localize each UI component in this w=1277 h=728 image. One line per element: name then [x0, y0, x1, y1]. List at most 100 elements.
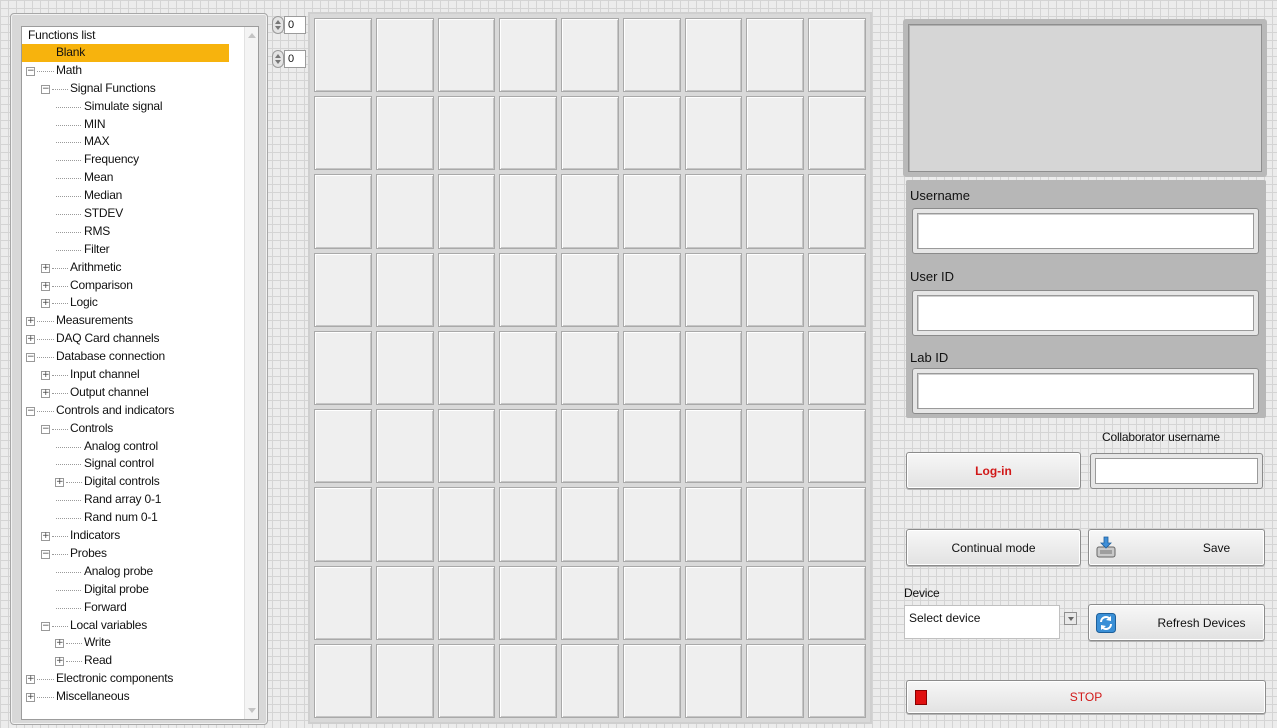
grid-cell[interactable]: [499, 409, 558, 484]
tree-item[interactable]: STDEV: [22, 205, 258, 223]
collaborator-field[interactable]: [1090, 453, 1263, 489]
grid-cell[interactable]: [499, 643, 558, 718]
collapse-minus-icon[interactable]: −: [26, 353, 35, 363]
column-index-value[interactable]: 0: [284, 50, 306, 68]
grid-cell[interactable]: [684, 487, 743, 562]
grid-cell[interactable]: [375, 565, 434, 640]
tree-scrollbar[interactable]: [244, 27, 258, 719]
collapse-minus-icon[interactable]: −: [41, 424, 50, 434]
grid-cell[interactable]: [622, 643, 681, 718]
grid-cell[interactable]: [746, 96, 805, 171]
grid-cell[interactable]: [375, 18, 434, 93]
grid-cell[interactable]: [561, 96, 619, 171]
grid-cell[interactable]: [561, 330, 619, 406]
tree-item[interactable]: + Output channel: [22, 384, 258, 402]
tree-item[interactable]: + Input channel: [22, 366, 258, 384]
tree-item[interactable]: Median: [22, 187, 258, 205]
tree-item[interactable]: − Signal Functions: [22, 80, 258, 98]
userid-input[interactable]: [917, 295, 1254, 331]
grid-cell[interactable]: [684, 252, 743, 327]
tree-item[interactable]: − Database connection: [22, 348, 258, 366]
functions-tree[interactable]: Functions list Blank − Math − Signal Functio…: [21, 26, 259, 720]
grid-cell[interactable]: [622, 487, 681, 562]
grid-cell[interactable]: [808, 565, 866, 640]
grid-cell[interactable]: [437, 330, 496, 406]
grid-cell[interactable]: [746, 18, 805, 93]
tree-item[interactable]: Forward: [22, 599, 258, 617]
grid-cell[interactable]: [437, 96, 496, 171]
grid-cell[interactable]: [375, 643, 434, 718]
grid-cell[interactable]: [314, 643, 372, 718]
expand-plus-icon[interactable]: +: [26, 335, 35, 345]
grid-cell[interactable]: [375, 252, 434, 327]
tree-item[interactable]: Blank: [22, 44, 229, 62]
grid-cell[interactable]: [746, 330, 805, 406]
column-index-control[interactable]: 0: [272, 50, 306, 68]
grid-cell[interactable]: [808, 252, 866, 327]
grid-cell[interactable]: [622, 565, 681, 640]
tree-item[interactable]: Rand array 0-1: [22, 491, 258, 509]
tree-item[interactable]: + Comparison: [22, 277, 258, 295]
grid-cell[interactable]: [375, 174, 434, 249]
grid-cell[interactable]: [808, 487, 866, 562]
grid-cell[interactable]: [375, 96, 434, 171]
row-index-spinner[interactable]: [272, 16, 284, 34]
tree-item[interactable]: + DAQ Card channels: [22, 330, 258, 348]
grid-cell[interactable]: [808, 96, 866, 171]
expand-plus-icon[interactable]: +: [26, 317, 35, 327]
stop-button[interactable]: STOP: [906, 680, 1266, 714]
tree-item[interactable]: − Controls and indicators: [22, 402, 258, 420]
expand-plus-icon[interactable]: +: [26, 693, 35, 703]
username-field[interactable]: [912, 208, 1259, 254]
grid-cell[interactable]: [499, 565, 558, 640]
grid-cell[interactable]: [314, 252, 372, 327]
grid-cell[interactable]: [622, 252, 681, 327]
grid-cell[interactable]: [808, 18, 866, 93]
grid-cell[interactable]: [622, 174, 681, 249]
collaborator-input[interactable]: [1095, 458, 1258, 484]
grid-cell[interactable]: [746, 174, 805, 249]
collapse-minus-icon[interactable]: −: [41, 84, 50, 94]
expand-plus-icon[interactable]: +: [41, 281, 50, 291]
grid-cell[interactable]: [808, 409, 866, 484]
grid-cell[interactable]: [314, 330, 372, 406]
grid-cell[interactable]: [437, 409, 496, 484]
grid-cell[interactable]: [746, 565, 805, 640]
column-index-spinner[interactable]: [272, 50, 284, 68]
tree-item[interactable]: + Miscellaneous: [22, 688, 258, 706]
tree-item[interactable]: Frequency: [22, 151, 258, 169]
collapse-minus-icon[interactable]: −: [41, 621, 50, 631]
expand-plus-icon[interactable]: +: [41, 532, 50, 542]
grid-cell[interactable]: [437, 487, 496, 562]
grid-cell[interactable]: [746, 252, 805, 327]
save-button[interactable]: Save: [1088, 529, 1265, 566]
collapse-minus-icon[interactable]: −: [26, 66, 35, 76]
labid-input[interactable]: [917, 373, 1254, 409]
tree-item[interactable]: MAX: [22, 133, 258, 151]
grid-cell[interactable]: [499, 174, 558, 249]
grid-cell[interactable]: [437, 643, 496, 718]
grid-cell[interactable]: [499, 252, 558, 327]
grid-cell[interactable]: [314, 487, 372, 562]
expand-plus-icon[interactable]: +: [41, 371, 50, 381]
continual-mode-button[interactable]: Continual mode: [906, 529, 1081, 566]
tree-item[interactable]: Filter: [22, 241, 258, 259]
grid-cell[interactable]: [437, 565, 496, 640]
tree-item[interactable]: Analog control: [22, 438, 258, 456]
grid-cell[interactable]: [808, 174, 866, 249]
grid-cell[interactable]: [499, 330, 558, 406]
collapse-minus-icon[interactable]: −: [26, 406, 35, 416]
grid-cell[interactable]: [499, 18, 558, 93]
grid-cell[interactable]: [314, 18, 372, 93]
tree-item[interactable]: RMS: [22, 223, 258, 241]
username-input[interactable]: [917, 213, 1254, 249]
grid-cell[interactable]: [622, 409, 681, 484]
expand-plus-icon[interactable]: +: [41, 388, 50, 398]
tree-item[interactable]: Rand num 0-1: [22, 509, 258, 527]
grid-cell[interactable]: [437, 174, 496, 249]
grid-cell[interactable]: [375, 409, 434, 484]
tree-item[interactable]: MIN: [22, 116, 258, 134]
row-index-value[interactable]: 0: [284, 16, 306, 34]
tree-item[interactable]: + Indicators: [22, 527, 258, 545]
expand-plus-icon[interactable]: +: [26, 675, 35, 685]
